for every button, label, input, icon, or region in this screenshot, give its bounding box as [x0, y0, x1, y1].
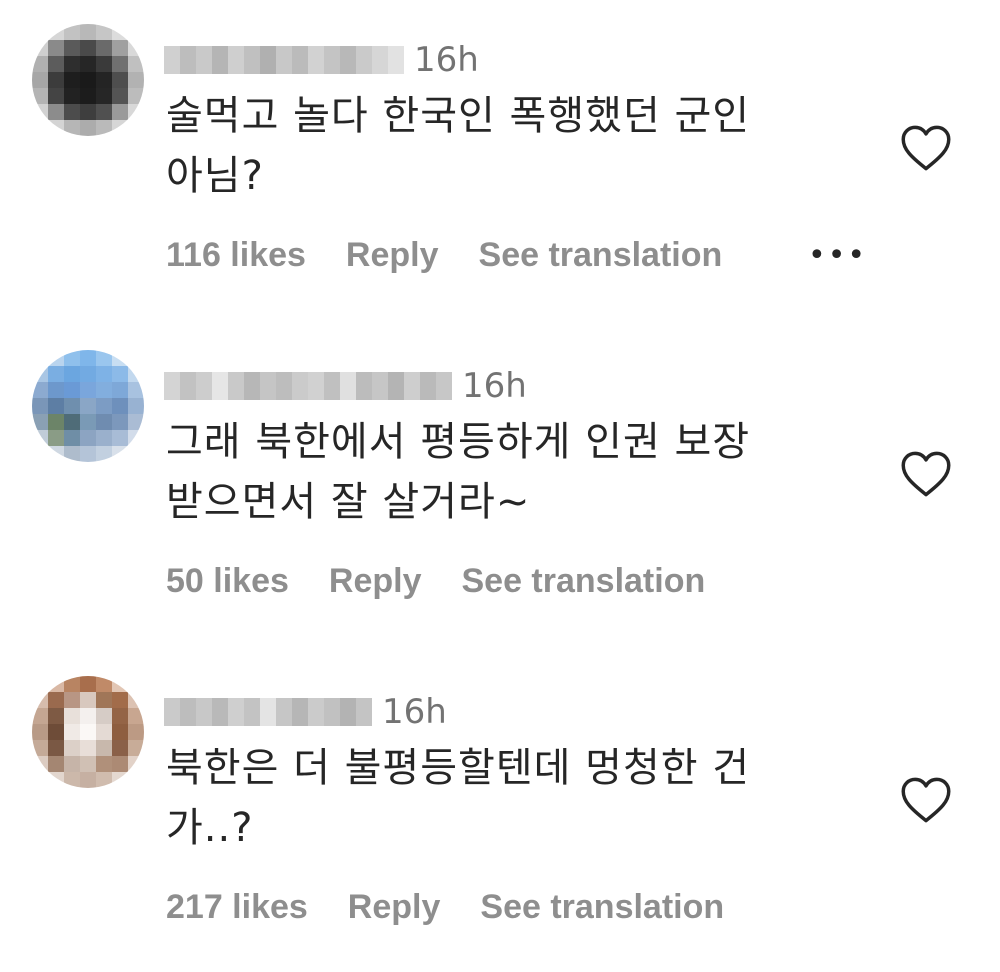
comment-text: 술먹고 놀다 한국인 폭행했던 군인 아님?	[166, 86, 856, 206]
likes-count[interactable]: 116 likes	[166, 236, 306, 275]
comment-text-line: 가..?	[166, 805, 254, 851]
comment-text-line: 받으면서 잘 살거라~	[166, 479, 531, 525]
comment-actions: 116 likes Reply See translation	[166, 236, 762, 275]
reply-button[interactable]: Reply	[329, 562, 422, 601]
comment-time: 16h	[382, 692, 447, 732]
see-translation-button[interactable]: See translation	[480, 888, 724, 927]
comment-text: 그래 북한에서 평등하게 인권 보장 받으면서 잘 살거라~	[166, 412, 856, 532]
comment-text-line: 아님?	[166, 153, 264, 199]
avatar[interactable]	[32, 676, 144, 788]
comment-actions: 217 likes Reply See translation	[166, 888, 764, 927]
username[interactable]: 16h	[164, 366, 527, 406]
comment-text-line: 북한은 더 불평등할텐데 멍청한 건	[166, 745, 751, 791]
username[interactable]: 16h	[164, 40, 479, 80]
see-translation-button[interactable]: See translation	[479, 236, 723, 275]
avatar[interactable]	[32, 24, 144, 136]
see-translation-button[interactable]: See translation	[461, 562, 705, 601]
likes-count[interactable]: 217 likes	[166, 888, 308, 927]
comment-text-line: 그래 북한에서 평등하게 인권 보장	[166, 419, 751, 465]
comment-item: 16h 북한은 더 불평등할텐데 멍청한 건 가..? 217 likes Re…	[0, 652, 1000, 972]
comment-item: 16h 술먹고 놀다 한국인 폭행했던 군인 아님? 116 likes Rep…	[0, 0, 1000, 320]
comment-actions: 50 likes Reply See translation	[166, 562, 745, 601]
comment-time: 16h	[462, 366, 527, 406]
comment-text-line: 술먹고 놀다 한국인 폭행했던 군인	[166, 93, 751, 139]
likes-count[interactable]: 50 likes	[166, 562, 289, 601]
heart-outline-icon[interactable]	[900, 124, 952, 172]
blurred-username	[164, 372, 452, 400]
comment-item: 16h 그래 북한에서 평등하게 인권 보장 받으면서 잘 살거라~ 50 li…	[0, 326, 1000, 646]
heart-outline-icon[interactable]	[900, 450, 952, 498]
reply-button[interactable]: Reply	[346, 236, 439, 275]
blurred-username	[164, 46, 404, 74]
blurred-username	[164, 698, 372, 726]
username[interactable]: 16h	[164, 692, 447, 732]
comment-text: 북한은 더 불평등할텐데 멍청한 건 가..?	[166, 738, 856, 858]
comment-time: 16h	[414, 40, 479, 80]
more-options-icon[interactable]: •••	[808, 238, 867, 273]
reply-button[interactable]: Reply	[348, 888, 441, 927]
heart-outline-icon[interactable]	[900, 776, 952, 824]
avatar[interactable]	[32, 350, 144, 462]
